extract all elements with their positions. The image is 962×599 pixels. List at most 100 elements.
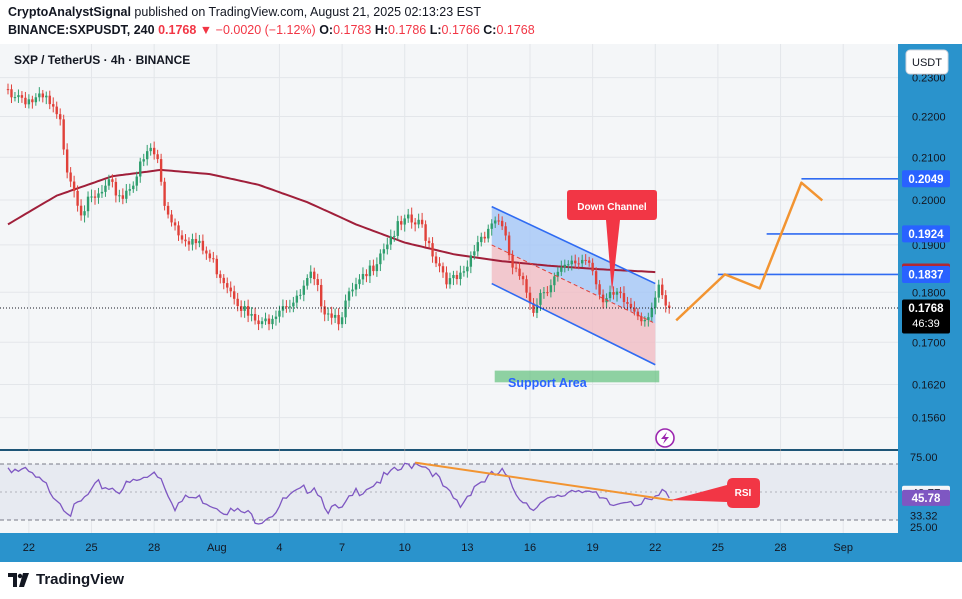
candle (62, 114, 65, 155)
candle-body (187, 241, 191, 245)
candle-body (83, 211, 86, 216)
candle-body (542, 292, 546, 294)
candle-body (351, 289, 354, 292)
candle-body (400, 221, 403, 225)
candle-body (386, 244, 389, 250)
candle-body (257, 320, 260, 325)
candle-body (487, 228, 490, 239)
candle-body (62, 119, 65, 150)
candle-body (664, 295, 667, 306)
candle-body (480, 236, 483, 243)
candle-body (208, 253, 212, 259)
candle-body (525, 279, 528, 293)
candle-body (152, 147, 156, 155)
candle-body (24, 97, 27, 105)
publish-line: CryptoAnalystSignal published on Trading… (8, 5, 481, 19)
candle-body (79, 205, 83, 216)
candle-body (657, 284, 660, 298)
candle-body (146, 151, 149, 160)
candle-body (76, 190, 79, 206)
candle-body (132, 185, 135, 190)
price-pane[interactable] (0, 44, 898, 449)
candle-body (615, 291, 619, 295)
candle-body (490, 223, 493, 229)
candle-body (337, 314, 340, 325)
tradingview-logo[interactable]: TradingView (8, 571, 124, 588)
candle-body (469, 255, 473, 267)
price-tick-label: 0.2000 (912, 195, 946, 207)
rsi-badge-label: 45.78 (912, 493, 941, 505)
time-tick-label: 10 (399, 542, 411, 554)
candle-body (368, 265, 372, 277)
candle-body (483, 236, 486, 239)
rsi-indicator (0, 461, 898, 525)
candle-body (229, 287, 232, 292)
candle-body (494, 220, 497, 224)
candle-body (521, 276, 525, 280)
price-chart[interactable]: 0.23000.22000.21000.20000.19000.18000.17… (0, 44, 962, 562)
candle-body (594, 271, 598, 285)
candle-body (626, 302, 629, 304)
candle-body (556, 271, 560, 277)
candle-body (553, 276, 556, 286)
publish-header: CryptoAnalystSignal published on Trading… (0, 0, 962, 44)
published-text: published on TradingView.com, August 21,… (134, 5, 481, 19)
currency-button[interactable]: USDT (905, 49, 949, 75)
open-value: 0.1783 (333, 23, 372, 37)
footer: TradingView (0, 562, 962, 599)
candle-body (302, 285, 305, 295)
candle-body (233, 291, 236, 299)
candle-body (274, 316, 278, 319)
candle-body (288, 306, 292, 308)
high-label: H: (374, 23, 389, 37)
candle-body (31, 99, 34, 103)
candle-body (17, 95, 20, 98)
price-change: −0.0020 (−1.12%) (215, 23, 316, 37)
candle-body (100, 191, 104, 194)
time-tick-label: 25 (712, 542, 724, 554)
candle (163, 177, 166, 211)
candle-body (278, 310, 281, 317)
lightning-icon[interactable] (655, 428, 675, 448)
candle-body (27, 99, 31, 105)
candle-body (445, 272, 448, 285)
candle-body (459, 272, 462, 280)
candle-body (500, 220, 504, 227)
candle-body (156, 154, 159, 160)
candle-body (226, 283, 229, 288)
time-tick-label: 25 (85, 542, 97, 554)
candle-body (166, 205, 170, 215)
price-tick-label: 0.2200 (912, 112, 946, 124)
candle-body (72, 181, 76, 191)
candle-body (511, 255, 514, 268)
candle-body (403, 218, 406, 225)
candle-body (497, 220, 500, 222)
candle-body (608, 291, 612, 299)
candle-body (504, 226, 507, 236)
candle-body (629, 303, 633, 308)
candle-body (292, 302, 295, 307)
down-channel-label: Down Channel (577, 202, 647, 213)
candle-body (396, 221, 399, 236)
candle-body (52, 104, 55, 107)
candle-body (320, 284, 323, 307)
candle-body (170, 214, 173, 223)
candle-body (389, 236, 392, 245)
candle-body (361, 273, 365, 280)
candle-body (518, 268, 521, 277)
chart-container[interactable]: 0.2300 0.2200 0.2100 0.2000 0.1900 0.1800 0.17… (0, 44, 962, 562)
candle-body (647, 317, 650, 321)
candle-body (194, 238, 198, 244)
candle-body (567, 264, 570, 266)
candle-body (139, 161, 142, 177)
candle-body (90, 196, 93, 198)
support-area-label-group[interactable]: Support Area (508, 376, 588, 390)
candle-body (212, 258, 215, 260)
price-badge: 0.1924 (902, 225, 950, 243)
candle-body (55, 106, 58, 115)
candle-body (69, 172, 72, 182)
publisher-name[interactable]: CryptoAnalystSignal (8, 5, 131, 19)
candle-body (104, 185, 107, 192)
rsi-tick-label: 33.32 (910, 510, 938, 522)
price-badge-label: 0.2049 (908, 174, 943, 186)
